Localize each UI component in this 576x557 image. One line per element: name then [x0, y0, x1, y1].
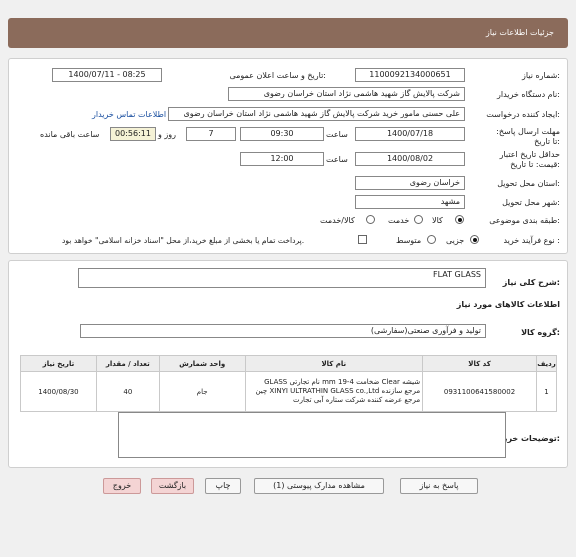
validity-label: حداقل تاریخ اعتبار قیمت: تا تاریخ: [499, 150, 560, 169]
cell-date: 1400/08/30 [20, 371, 97, 412]
deadline-time-label: ساعت [326, 130, 348, 139]
cell-qty: 40 [95, 371, 160, 412]
city-field: مشهد [355, 195, 465, 209]
goods-group-label: گروه کالا: [521, 328, 560, 337]
buyer-org-field: شرکت پالایش گاز شهید هاشمی نژاد استان خر… [228, 87, 465, 101]
view-docs-button[interactable]: مشاهده مدارک پیوستی (1) [254, 478, 384, 494]
validity-time-field: 12:00 [240, 152, 324, 166]
need-number-field: 1100092134000651 [355, 68, 465, 82]
goods-table: تاریخ نیاز تعداد / مقدار واحد شمارش نام … [20, 355, 558, 412]
process-label: نوع فرآیند خرید : [503, 236, 560, 245]
creator-field: علی حسنی مامور خرید شرکت پالایش گاز شهید… [168, 107, 465, 121]
col-unit: واحد شمارش [158, 355, 246, 372]
category-goods-service-radio[interactable] [366, 215, 375, 224]
category-service-radio[interactable] [414, 215, 423, 224]
description-field: FLAT GLASS [78, 268, 486, 288]
process-medium-label: متوسط [396, 236, 422, 245]
cell-code: 0931100641580002 [422, 371, 537, 412]
province-field: خراسان رضوی [355, 176, 465, 190]
category-service-label: خدمت [388, 216, 410, 225]
col-code: کد کالا [422, 355, 537, 372]
treasury-payment-checkbox[interactable] [358, 235, 367, 244]
deadline-time-field: 09:30 [240, 127, 324, 141]
goods-section-title: اطلاعات کالاهای مورد نیاز [456, 300, 560, 309]
validity-date-field: 1400/08/02 [355, 152, 465, 166]
category-goods-label: کالا [432, 216, 443, 225]
city-label: شهر محل تحویل: [502, 198, 560, 207]
days-remaining-field: 7 [186, 127, 236, 141]
col-date: تاریخ نیاز [20, 355, 97, 372]
days-label: روز و [158, 130, 176, 139]
remaining-label: ساعت باقی مانده [40, 130, 100, 139]
exit-button[interactable]: خروج [103, 478, 141, 494]
col-row: ردیف [535, 355, 558, 372]
cell-unit: جام [158, 371, 246, 412]
buyer-org-label: نام دستگاه خریدار: [496, 90, 560, 99]
buyer-notes-field [118, 412, 506, 458]
table-row: 1400/08/30 40 جام شیشه Clear ضخامت 4-19 … [20, 371, 558, 412]
col-name: نام کالا [244, 355, 424, 372]
reply-button[interactable]: پاسخ به نیاز [400, 478, 478, 494]
process-partial-radio[interactable] [470, 235, 479, 244]
need-number-label: شماره نیاز: [521, 71, 560, 80]
deadline-date-field: 1400/07/18 [355, 127, 465, 141]
process-partial-label: جزیی [446, 236, 465, 245]
category-label: طبقه بندی موضوعی: [489, 216, 560, 225]
buyer-contact-link[interactable]: اطلاعات تماس خریدار [92, 110, 166, 119]
category-goods-service-label: کالا/خدمت [320, 216, 355, 225]
goods-group-field: تولید و فرآوری صنعتی(سفارشی) [80, 324, 486, 338]
print-button[interactable]: چاپ [205, 478, 241, 494]
description-label: شرح کلی نیاز: [502, 278, 560, 287]
page-title: جزئیات اطلاعات نیاز [485, 28, 554, 37]
announce-field: 1400/07/11 - 08:25 [52, 68, 162, 82]
process-medium-radio[interactable] [427, 235, 436, 244]
treasury-payment-note: پرداخت تمام یا بخشی از مبلغ خرید،از محل … [62, 236, 305, 245]
validity-time-label: ساعت [326, 155, 348, 164]
col-qty: تعداد / مقدار [95, 355, 160, 372]
creator-label: ایجاد کننده درخواست: [486, 110, 560, 119]
province-label: استان محل تحویل: [497, 179, 560, 188]
cell-row: 1 [535, 371, 558, 412]
announce-label: تاریخ و ساعت اعلان عمومی: [229, 71, 326, 80]
back-button[interactable]: بازگشت [151, 478, 194, 494]
category-goods-radio[interactable] [455, 215, 464, 224]
page-header: جزئیات اطلاعات نیاز [8, 18, 568, 48]
deadline-label: مهلت ارسال پاسخ: تا تاریخ: [496, 127, 560, 146]
remaining-time-field: 00:56:11 [110, 127, 156, 141]
cell-name: شیشه Clear ضخامت 4-19 mm نام تجارتی GLAS… [244, 371, 424, 412]
